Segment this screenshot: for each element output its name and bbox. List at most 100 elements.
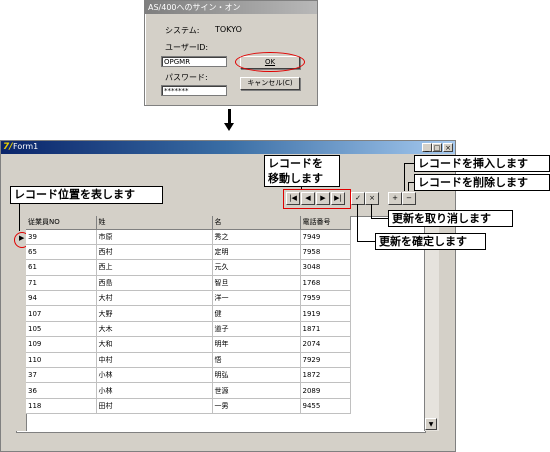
minimize-button[interactable]: _ [422,143,432,152]
table-row[interactable]: 37 小林 明弘 1872 [26,367,351,384]
prior-record-button[interactable]: ◀ [301,192,315,205]
table-row[interactable]: 36 小林 世源 2089 [26,382,351,399]
callout-move-record-line1: レコードを [268,157,323,170]
cell-first-name[interactable]: 智旦 [212,275,301,292]
cell-first-name[interactable]: 健 [212,305,301,322]
cell-first-name[interactable]: 一男 [212,398,301,415]
cancel-button[interactable]: キャンセル(C) [240,77,300,90]
cell-phone[interactable]: 1919 [300,305,351,322]
maximize-button[interactable]: □ [432,143,442,152]
cell-phone[interactable]: 1872 [300,367,351,384]
cell-employee-no[interactable]: 109 [26,336,97,353]
table-row[interactable]: 61 西上 元久 3048 [26,259,351,276]
cell-first-name[interactable]: 道子 [212,321,301,338]
insert-record-button[interactable]: + [388,192,402,205]
cell-last-name[interactable]: 大村 [96,290,213,307]
cell-last-name[interactable]: 西島 [96,275,213,292]
cell-employee-no[interactable]: 107 [26,305,97,322]
cell-first-name[interactable]: 明年 [212,336,301,353]
cell-employee-no[interactable]: 65 [26,244,97,261]
cell-last-name[interactable]: 大野 [96,305,213,322]
signon-dialog-title: AS/400へのサイン・オン [145,1,317,14]
cell-employee-no[interactable]: 105 [26,321,97,338]
cell-phone[interactable]: 1768 [300,275,351,292]
cell-phone[interactable]: 3048 [300,259,351,276]
column-header-first-name[interactable]: 名 [212,216,301,230]
cell-phone[interactable]: 7929 [300,352,351,369]
column-header-last-name[interactable]: 姓 [96,216,213,230]
delete-record-button[interactable]: − [402,192,416,205]
cell-employee-no[interactable]: 118 [26,398,97,415]
userid-field[interactable]: OPGMR [161,56,227,67]
cell-last-name[interactable]: 中村 [96,352,213,369]
scroll-down-arrow[interactable]: ▼ [425,418,437,430]
cell-phone[interactable]: 7958 [300,244,351,261]
cancel-edit-button[interactable]: × [365,192,379,205]
cell-phone[interactable]: 9455 [300,398,351,415]
password-field[interactable]: ******* [161,85,227,96]
cell-employee-no[interactable]: 71 [26,275,97,292]
close-button[interactable]: × [443,143,453,152]
callout-insert-line-h [404,163,414,164]
table-row[interactable]: 94 大村 洋一 7959 [26,290,351,307]
table-row[interactable]: 110 中村悟 7929 [26,352,351,369]
callout-cancel-line-h [371,218,388,219]
callout-delete-record: レコードを削除します [414,174,550,191]
table-row[interactable]: 71 西島 智旦 1768 [26,275,351,292]
cell-last-name[interactable]: 小林 [96,382,213,399]
table-row[interactable]: 105 大木 道子 1871 [26,321,351,338]
system-value: TOKYO [215,25,242,34]
cell-last-name[interactable]: 西上 [96,259,213,276]
column-header-employee-no[interactable]: 従業員NO [26,216,97,230]
table-row[interactable]: 107 大野健 1919 [26,305,351,322]
last-record-button[interactable]: ▶| [331,192,345,205]
cell-last-name[interactable]: 田村 [96,398,213,415]
cell-last-name[interactable]: 小林 [96,367,213,384]
table-row[interactable]: 39 市原 秀之 7949 [26,229,351,245]
cell-employee-no[interactable]: 61 [26,259,97,276]
cell-employee-no[interactable]: 110 [26,352,97,369]
cell-last-name[interactable]: 大木 [96,321,213,338]
cell-first-name[interactable]: 悟 [212,352,301,369]
current-record-indicator-icon: ▶ [19,234,25,242]
cell-first-name[interactable]: 洋一 [212,290,301,307]
cell-phone[interactable]: 1871 [300,321,351,338]
cell-phone[interactable]: 7949 [300,229,351,245]
cell-last-name[interactable]: 大和 [96,336,213,353]
post-button[interactable]: ✓ [351,192,365,205]
grid-table: 従業員NO 姓 名 電話番号 39 市原 秀之 7949 65 西村 定明 7958 61 西上元… [26,216,351,415]
cell-phone[interactable]: 2089 [300,382,351,399]
cell-employee-no[interactable]: 39 [26,229,97,245]
column-header-phone[interactable]: 電話番号 [300,216,351,230]
cell-first-name[interactable]: 世源 [212,382,301,399]
down-arrow-icon [224,123,234,131]
cell-employee-no[interactable]: 94 [26,290,97,307]
cell-last-name[interactable]: 西村 [96,244,213,261]
form1-title: Form1 [13,142,39,151]
cell-phone[interactable]: 2074 [300,336,351,353]
app-logo-icon: 7/ [3,142,13,152]
cell-phone[interactable]: 7959 [300,290,351,307]
cell-employee-no[interactable]: 36 [26,382,97,399]
callout-move-record-line2: 移動します [268,172,323,185]
table-row[interactable]: 109 大和 明年 2074 [26,336,351,353]
table-row[interactable]: 65 西村 定明 7958 [26,244,351,261]
callout-record-position: レコード位置を表します [10,186,163,204]
down-arrow-shaft [228,109,231,124]
cell-first-name[interactable]: 明弘 [212,367,301,384]
cell-first-name[interactable]: 元久 [212,259,301,276]
table-row[interactable]: 118 田村 一男 9455 [26,398,351,415]
callout-cancel-line-v [371,204,372,218]
system-label: システム: [165,26,200,35]
first-record-button[interactable]: |◀ [286,192,300,205]
cell-first-name[interactable]: 秀之 [212,229,301,245]
next-record-button[interactable]: ▶ [316,192,330,205]
callout-confirm-line-v [357,204,358,241]
cell-last-name[interactable]: 市原 [96,229,213,245]
form1-title-bar[interactable]: 7/ Form1 _ □ × [1,141,455,154]
ok-button-highlight [235,52,305,72]
callout-record-position-line [19,204,20,231]
callout-move-record: レコードを 移動します [264,155,340,187]
cell-employee-no[interactable]: 37 [26,367,97,384]
cell-first-name[interactable]: 定明 [212,244,301,261]
